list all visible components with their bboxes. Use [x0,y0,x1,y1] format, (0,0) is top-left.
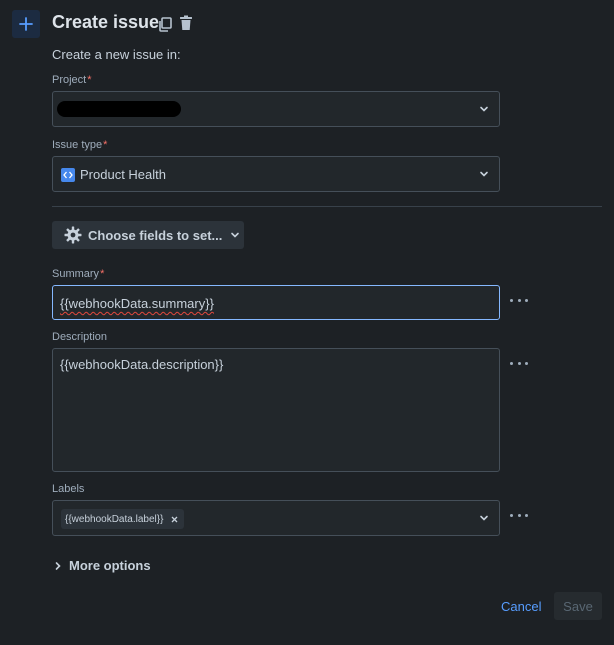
more-options-toggle[interactable]: More options [54,558,151,573]
project-label: Project* [52,74,92,86]
remove-tag-icon[interactable] [171,516,178,523]
section-divider [52,206,602,207]
labels-more-icon[interactable] [510,512,528,518]
label-tag: {{webhookData.label}} [61,509,185,529]
description-label: Description [52,331,108,343]
choose-fields-label: Choose fields to set... [88,227,223,243]
summary-more-icon[interactable] [510,297,528,303]
description-textarea[interactable]: {{webhookData.description}} [52,348,500,472]
label-tag-text: {{webhookData.label}} [65,513,164,525]
plus-icon [19,17,33,31]
gear-icon [64,226,82,244]
summary-input[interactable]: {{webhookData.summary}} [52,285,500,320]
chevron-down-icon [231,232,240,238]
chevron-right-icon [55,561,61,570]
summary-label: Summary* [52,268,105,280]
project-select[interactable] [52,91,500,127]
issue-type-select[interactable]: Product Health [52,156,500,192]
issue-type-label: Issue type* [52,139,108,151]
add-action-button[interactable] [12,10,40,38]
redacted-project-value [57,101,181,117]
save-button[interactable]: Save [554,592,602,620]
description-value: {{webhookData.description}} [60,357,224,372]
page-title: Create issue [52,12,160,32]
product-health-icon [61,168,75,182]
more-options-label: More options [69,558,151,573]
chevron-down-icon [480,106,488,112]
labels-label: Labels [52,483,85,495]
summary-value: {{webhookData.summary}} [60,296,214,311]
copy-icon[interactable] [157,16,173,32]
issue-type-value: Product Health [80,167,166,182]
description-more-icon[interactable] [510,360,528,366]
choose-fields-button[interactable]: Choose fields to set... [52,221,244,249]
chevron-down-icon [480,171,488,177]
cancel-button[interactable]: Cancel [501,599,541,614]
chevron-down-icon [480,515,488,521]
trash-icon[interactable] [178,15,194,31]
create-in-text: Create a new issue in: [52,47,181,62]
labels-select[interactable]: {{webhookData.label}} [52,500,500,536]
